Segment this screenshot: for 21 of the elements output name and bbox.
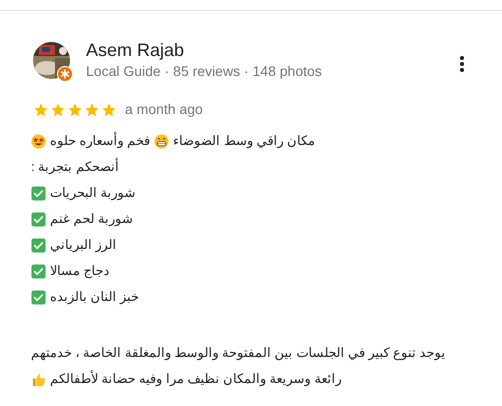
review-time: a month ago [125, 100, 203, 119]
review-text: خبز النان بالزبده [50, 288, 140, 306]
star-eyes-face-icon [31, 134, 46, 148]
reviewer-name[interactable]: Asem Rajab [86, 39, 322, 61]
check-mark-icon [31, 212, 46, 226]
thumbs-up-icon [31, 372, 46, 386]
check-mark-icon [31, 238, 46, 252]
check-mark-icon [31, 186, 46, 200]
review-text: شوربة البحريات [50, 184, 136, 202]
review-text: أنصحكم بتجربة : [31, 157, 119, 176]
review-text: يوجد تنوع كبير في الجلسات بين المفتوحة والوسط والمغلقة الخاصة ، خدمتهم [31, 344, 446, 362]
reviewer-details: Local Guide · 85 reviews · 148 photos [86, 62, 322, 81]
review-text: دجاج مسالا [50, 262, 110, 280]
review-text: مكان راقي وسط الضوضاء [173, 132, 316, 150]
check-mark-icon [31, 290, 46, 304]
grinning-face-icon [154, 134, 170, 148]
review-text: الرز البرياني [50, 236, 117, 254]
review-text: شوربة لحم غنم [50, 210, 134, 228]
review-text: فخم وأسعاره حلوه [50, 131, 150, 150]
review-text: رائعة وسريعة والمكان نظيف مرا وفيه حضانة لأطفالكم [50, 369, 342, 388]
check-mark-icon [31, 264, 46, 278]
